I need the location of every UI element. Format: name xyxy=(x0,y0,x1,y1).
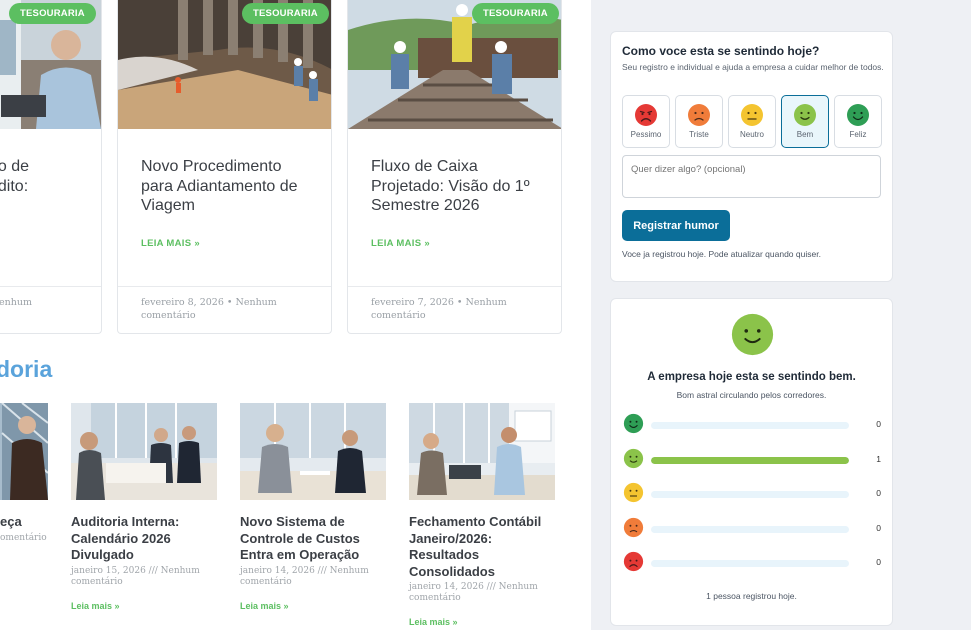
mood-option-triste[interactable]: Triste xyxy=(675,95,723,148)
grid-post[interactable]: Fechamento Contábil Janeiro/2026: Result… xyxy=(409,403,555,627)
read-more-link[interactable]: LEIA MAIS » xyxy=(141,238,200,249)
post-meta: fevereiro 7, 2026 • Nenhum comentário xyxy=(371,297,507,321)
mood-label: Bem xyxy=(796,130,814,139)
mood-checkin-widget: Como voce esta se sentindo hoje? Seu reg… xyxy=(610,31,893,282)
mood-count-row: 0 xyxy=(623,413,883,435)
posts-area: TESOURARIA no de édito: s enhum xyxy=(0,0,591,630)
post-meta: janeiro 15, 2026 /// Nenhum comentário xyxy=(71,565,200,587)
post-thumbnail[interactable] xyxy=(409,403,555,500)
grid-post[interactable]: Auditoria Interna: Calendário 2026 Divul… xyxy=(71,403,217,611)
post-card[interactable]: TESOURARIA Novo Procedimento para Adiant… xyxy=(117,0,332,334)
mood-count: 0 xyxy=(876,488,881,498)
post-title[interactable]: Fluxo de Caixa Projetado: Visão do 1º Se… xyxy=(371,157,551,216)
neutral-face-icon xyxy=(741,104,763,126)
category-badge[interactable]: TESOURARIA xyxy=(472,3,559,24)
sad-face-icon xyxy=(623,517,644,538)
mood-count: 0 xyxy=(876,557,881,567)
mood-count: 0 xyxy=(876,523,881,533)
mood-options: Pessimo Triste Neutro Bem Feliz xyxy=(622,95,882,148)
post-thumbnail[interactable]: TESOURARIA xyxy=(0,0,101,129)
grid-post[interactable]: eça omentário xyxy=(0,403,48,544)
post-title[interactable]: Fechamento Contábil Janeiro/2026: Result… xyxy=(409,514,555,580)
mood-label: Neutro xyxy=(739,130,764,139)
mood-status-note: Voce ja registrou hoje. Pode atualizar q… xyxy=(622,249,821,259)
mood-option-feliz[interactable]: Feliz xyxy=(834,95,882,148)
section-heading: doria xyxy=(0,356,53,382)
very-sad-face-icon xyxy=(635,104,657,126)
card-divider xyxy=(0,286,101,287)
mood-count-row: 1 xyxy=(623,448,883,470)
category-badge[interactable]: TESOURARIA xyxy=(9,3,96,24)
category-badge[interactable]: TESOURARIA xyxy=(242,3,329,24)
post-title[interactable]: Novo Procedimento para Adiantamento de V… xyxy=(141,157,316,216)
post-thumbnail[interactable]: TESOURARIA xyxy=(348,0,561,129)
card-divider xyxy=(118,286,331,287)
mood-option-bem[interactable]: Bem xyxy=(781,95,829,148)
post-title[interactable]: no de édito: s xyxy=(0,157,29,216)
mood-count-bar xyxy=(651,526,849,533)
mood-count-bar xyxy=(651,560,849,567)
post-title-line: no de xyxy=(0,158,30,175)
post-thumbnail[interactable]: TESOURARIA xyxy=(118,0,331,129)
sad-face-icon xyxy=(688,104,710,126)
post-meta: janeiro 14, 2026 /// Nenhum comentário xyxy=(240,565,369,587)
registration-count: 1 pessoa registrou hoje. xyxy=(706,591,797,601)
grid-post[interactable]: Novo Sistema de Controle de Custos Entra… xyxy=(240,403,386,611)
neutral-face-icon xyxy=(623,482,644,503)
post-meta: fevereiro 8, 2026 • Nenhum comentário xyxy=(141,297,277,321)
mood-question: Como voce esta se sentindo hoje? xyxy=(622,44,820,58)
post-meta: janeiro 14, 2026 /// Nenhum comentário xyxy=(409,582,538,603)
post-title-line: édito: xyxy=(0,177,29,195)
post-card[interactable]: TESOURARIA Fluxo de Caixa Projetado: Vis… xyxy=(347,0,562,334)
mood-count-row: 0 xyxy=(623,517,883,539)
post-thumbnail[interactable] xyxy=(71,403,217,500)
mood-option-pessimo[interactable]: Pessimo xyxy=(622,95,670,148)
happy-face-icon xyxy=(847,104,869,126)
mood-count: 0 xyxy=(876,419,881,429)
post-thumbnail[interactable] xyxy=(240,403,386,500)
company-mood-widget: A empresa hoje esta se sentindo bem. Bom… xyxy=(610,298,893,626)
sidebar: Como voce esta se sentindo hoje? Seu reg… xyxy=(591,0,971,630)
mood-label: Triste xyxy=(689,130,709,139)
mood-count-row: 0 xyxy=(623,482,883,504)
mood-count-fill xyxy=(651,457,849,464)
company-mood-subline: Bom astral circulando pelos corredores. xyxy=(676,390,827,400)
company-mood-headline: A empresa hoje esta se sentindo bem. xyxy=(647,371,856,383)
mood-option-neutro[interactable]: Neutro xyxy=(728,95,776,148)
post-card[interactable]: TESOURARIA no de édito: s enhum xyxy=(0,0,102,334)
mood-count-bar xyxy=(651,422,849,429)
post-title[interactable]: Novo Sistema de Controle de Custos Entra… xyxy=(240,514,386,564)
register-mood-button[interactable]: Registrar humor xyxy=(622,210,730,241)
post-title-line: s xyxy=(0,196,29,216)
happy-face-icon xyxy=(623,413,644,434)
mood-count-bar xyxy=(651,457,849,464)
mood-comment-input[interactable] xyxy=(622,155,881,198)
smile-face-icon xyxy=(794,104,816,126)
smile-face-icon xyxy=(731,313,774,356)
read-more-link[interactable]: LEIA MAIS » xyxy=(371,238,430,249)
mood-label: Pessimo xyxy=(630,130,662,139)
read-more-link[interactable]: Leia mais » xyxy=(240,601,289,611)
post-title[interactable]: eça xyxy=(0,514,48,531)
mood-label: Feliz xyxy=(849,130,867,139)
mood-count: 1 xyxy=(876,454,881,464)
mood-subtitle: Seu registro e individual e ajuda a empr… xyxy=(622,62,884,72)
read-more-link[interactable]: Leia mais » xyxy=(71,601,120,611)
post-meta: omentário xyxy=(0,532,47,543)
very-sad-face-icon xyxy=(623,551,644,572)
mood-count-row: 0 xyxy=(623,551,883,573)
mood-count-bar xyxy=(651,491,849,498)
read-more-link[interactable]: Leia mais » xyxy=(409,617,458,627)
post-title[interactable]: Auditoria Interna: Calendário 2026 Divul… xyxy=(71,514,217,564)
card-divider xyxy=(348,286,561,287)
smile-face-icon xyxy=(623,448,644,469)
post-thumbnail[interactable] xyxy=(0,403,48,500)
post-meta: enhum xyxy=(0,297,32,308)
